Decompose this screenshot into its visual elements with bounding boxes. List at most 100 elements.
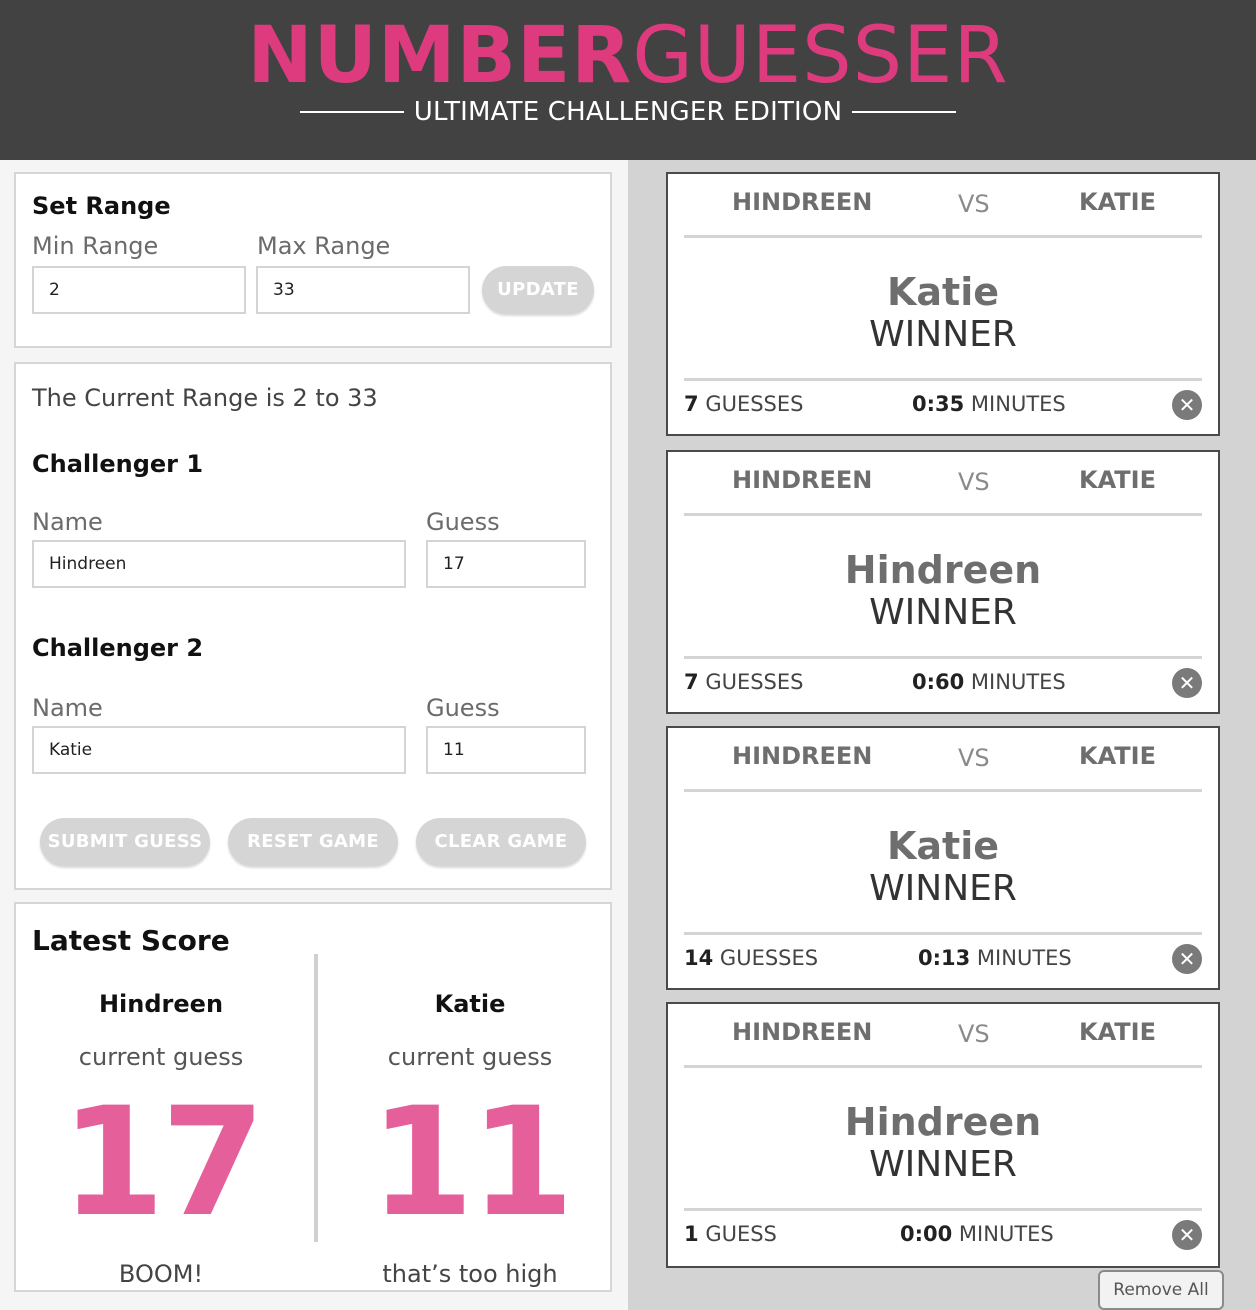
- challenger2-name-label: Name: [32, 694, 103, 722]
- set-range-heading: Set Range: [32, 192, 171, 220]
- card-guess-count: 7: [684, 392, 699, 416]
- app-logo: NUMBERGUESSER: [0, 10, 1256, 102]
- close-icon[interactable]: ✕: [1172, 1220, 1202, 1250]
- card-vs-row: HINDREEN VS KATIE: [684, 174, 1202, 238]
- score-player1-name: Hindreen: [98, 990, 224, 1018]
- close-icon[interactable]: ✕: [1172, 390, 1202, 420]
- game-controls-column: Set Range Min Range Max Range UPDATE The…: [0, 160, 628, 1310]
- card-guess-count: 1: [684, 1222, 699, 1246]
- card-winner-name: Katie: [886, 270, 1000, 314]
- card-divider: [684, 378, 1202, 381]
- card-time: 0:60 MINUTES: [912, 670, 1066, 694]
- challenger1-name-label: Name: [32, 508, 103, 536]
- card-winner-label: WINNER: [869, 592, 1017, 633]
- remove-all-button[interactable]: Remove All: [1098, 1270, 1224, 1310]
- card-divider: [684, 932, 1202, 935]
- score-player2-caption: current guess: [387, 1043, 553, 1071]
- card-guesses: 7 GUESSES: [684, 670, 803, 694]
- card-winner-label: WINNER: [869, 868, 1017, 909]
- logo-text-bold: NUMBER: [247, 11, 633, 101]
- score-player1-caption: current guess: [78, 1043, 244, 1071]
- card-player2: KATIE: [1078, 1018, 1156, 1046]
- card-vs-row: HINDREEN VS KATIE: [684, 452, 1202, 516]
- card-time: 0:35 MINUTES: [912, 392, 1066, 416]
- submit-guess-button[interactable]: SUBMIT GUESS: [40, 818, 210, 866]
- card-vs-row: HINDREEN VS KATIE: [684, 1004, 1202, 1068]
- challenger1-heading: Challenger 1: [32, 450, 204, 478]
- latest-score-panel: Latest Score Hindreen current guess 17 B…: [14, 902, 612, 1292]
- challenger2-guess-label: Guess: [426, 694, 500, 722]
- challenger1-guess-label: Guess: [426, 508, 500, 536]
- card-vs-row: HINDREEN VS KATIE: [684, 728, 1202, 792]
- score-player2-name: Katie: [434, 990, 506, 1018]
- max-range-input[interactable]: [256, 266, 470, 314]
- current-range-text: The Current Range is 2 to 33: [32, 384, 378, 412]
- update-range-button[interactable]: UPDATE: [482, 266, 594, 314]
- card-time: 0:13 MINUTES: [918, 946, 1072, 970]
- result-card: HINDREEN VS KATIE Katie WINNER 14 GUESSE…: [666, 726, 1220, 990]
- subtitle-text: ULTIMATE CHALLENGER EDITION: [413, 97, 843, 127]
- card-guesses: 7 GUESSES: [684, 392, 803, 416]
- card-guess-word: GUESS: [705, 1222, 777, 1246]
- result-card: HINDREEN VS KATIE Katie WINNER 7 GUESSES…: [666, 172, 1220, 436]
- card-time-value: 0:35: [912, 392, 965, 416]
- set-range-panel: Set Range Min Range Max Range UPDATE: [14, 172, 612, 348]
- logo-text-light: GUESSER: [632, 11, 1009, 101]
- card-vs: VS: [958, 744, 990, 772]
- challenger1-name-input[interactable]: [32, 540, 406, 588]
- card-winner-name: Hindreen: [844, 548, 1042, 592]
- results-column: HINDREEN VS KATIE Katie WINNER 7 GUESSES…: [628, 160, 1256, 1310]
- card-guesses: 1 GUESS: [684, 1222, 777, 1246]
- card-guess-count: 7: [684, 670, 699, 694]
- score-divider: [314, 954, 318, 1242]
- card-winner-label: WINNER: [869, 1144, 1017, 1185]
- close-icon[interactable]: ✕: [1172, 668, 1202, 698]
- card-time-value: 0:60: [912, 670, 965, 694]
- card-player2: KATIE: [1078, 742, 1156, 770]
- subtitle-rule-left: [300, 111, 404, 113]
- card-divider: [684, 656, 1202, 659]
- app-subtitle: ULTIMATE CHALLENGER EDITION: [300, 94, 956, 130]
- card-time-unit: MINUTES: [970, 670, 1066, 694]
- max-range-label: Max Range: [257, 232, 391, 260]
- card-time-unit: MINUTES: [976, 946, 1072, 970]
- min-range-label: Min Range: [32, 232, 159, 260]
- card-time: 0:00 MINUTES: [900, 1222, 1054, 1246]
- reset-game-button[interactable]: RESET GAME: [228, 818, 398, 866]
- challenger2-heading: Challenger 2: [32, 634, 204, 662]
- score-player1-feedback: BOOM!: [118, 1260, 204, 1288]
- challenger1-guess-input[interactable]: [426, 540, 586, 588]
- card-vs: VS: [958, 468, 990, 496]
- card-player1: HINDREEN: [732, 1018, 873, 1046]
- card-guess-word: GUESSES: [705, 670, 804, 694]
- score-player1-guess: 17: [60, 1076, 266, 1250]
- subtitle-rule-right: [851, 111, 956, 113]
- card-vs: VS: [958, 1020, 990, 1048]
- card-time-unit: MINUTES: [970, 392, 1066, 416]
- result-card: HINDREEN VS KATIE Hindreen WINNER 7 GUES…: [666, 450, 1220, 714]
- min-range-input[interactable]: [32, 266, 246, 314]
- card-winner-label: WINNER: [869, 314, 1017, 355]
- card-winner-name: Hindreen: [844, 1100, 1042, 1144]
- card-player1: HINDREEN: [732, 188, 873, 216]
- card-player2: KATIE: [1078, 188, 1156, 216]
- score-column-player2: Katie current guess 11 that’s too high: [320, 984, 620, 1294]
- challengers-panel: The Current Range is 2 to 33 Challenger …: [14, 362, 612, 890]
- card-divider: [684, 1208, 1202, 1211]
- score-player2-guess: 11: [369, 1076, 575, 1250]
- card-player1: HINDREEN: [732, 742, 873, 770]
- challenger2-name-input[interactable]: [32, 726, 406, 774]
- card-guess-count: 14: [684, 946, 714, 970]
- card-guesses: 14 GUESSES: [684, 946, 818, 970]
- card-guess-word: GUESSES: [705, 392, 804, 416]
- close-icon[interactable]: ✕: [1172, 944, 1202, 974]
- card-guess-word: GUESSES: [719, 946, 819, 970]
- card-time-value: 0:13: [918, 946, 971, 970]
- latest-score-heading: Latest Score: [32, 924, 230, 957]
- challenger2-guess-input[interactable]: [426, 726, 586, 774]
- result-card: HINDREEN VS KATIE Hindreen WINNER 1 GUES…: [666, 1002, 1220, 1268]
- card-time-unit: MINUTES: [958, 1222, 1054, 1246]
- card-vs: VS: [958, 190, 990, 218]
- score-player2-feedback: that’s too high: [382, 1260, 558, 1288]
- clear-game-button[interactable]: CLEAR GAME: [416, 818, 586, 866]
